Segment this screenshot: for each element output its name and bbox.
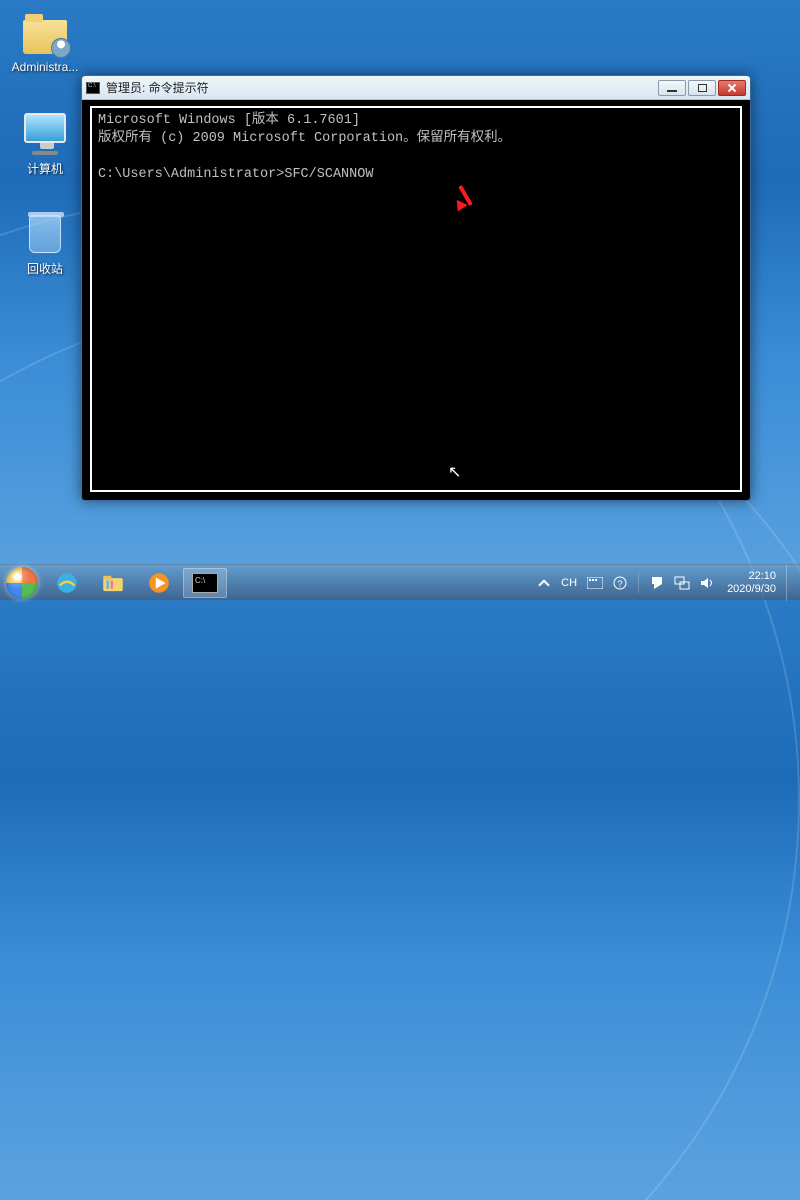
taskbar-pin-media-player[interactable] xyxy=(137,568,181,598)
console-output[interactable]: Microsoft Windows [版本 6.1.7601] 版权所有 (c)… xyxy=(90,106,742,492)
start-button[interactable] xyxy=(0,565,44,601)
folder-user-icon xyxy=(21,10,69,58)
taskbar-pin-ie[interactable] xyxy=(45,568,89,598)
tray-action-center-icon[interactable] xyxy=(647,565,667,600)
folder-icon xyxy=(100,570,126,596)
tray-keyboard-icon[interactable] xyxy=(584,565,606,600)
tray-date: 2020/9/30 xyxy=(727,583,776,596)
chevron-up-icon xyxy=(537,576,551,590)
desktop-icon-computer[interactable]: 计算机 xyxy=(8,110,82,177)
desktop-icon-label: 回收站 xyxy=(8,260,82,277)
command-prompt-window: 管理员: 命令提示符 Microsoft Windows [版本 6.1.760… xyxy=(81,75,751,501)
tray-clock[interactable]: 22:10 2020/9/30 xyxy=(721,570,782,596)
cmd-icon xyxy=(86,82,100,94)
titlebar[interactable]: 管理员: 命令提示符 xyxy=(82,76,750,100)
desktop-icon-label: Administra... xyxy=(8,60,82,74)
tray-show-hidden[interactable] xyxy=(534,565,554,600)
recycle-bin-icon xyxy=(21,210,69,258)
cmd-icon xyxy=(192,573,218,593)
desktop-icon-label: 计算机 xyxy=(8,160,82,177)
svg-text:?: ? xyxy=(618,579,623,589)
ie-icon xyxy=(54,570,80,596)
media-player-icon xyxy=(146,570,172,596)
tray-help-icon[interactable]: ? xyxy=(610,565,630,600)
tray-network-icon[interactable] xyxy=(671,565,693,600)
computer-icon xyxy=(21,110,69,158)
desktop-icon-recycle-bin[interactable]: 回收站 xyxy=(8,210,82,277)
taskbar-pin-explorer[interactable] xyxy=(91,568,135,598)
minimize-button[interactable] xyxy=(658,80,686,96)
taskbar-item-cmd[interactable] xyxy=(183,568,227,598)
window-title: 管理员: 命令提示符 xyxy=(106,79,658,96)
desktop-icon-administrator[interactable]: Administra... xyxy=(8,10,82,74)
windows-orb-icon xyxy=(6,567,38,599)
tray-ime[interactable]: CH xyxy=(558,565,580,600)
show-desktop-button[interactable] xyxy=(786,565,796,601)
tray-volume-icon[interactable] xyxy=(697,565,717,600)
tray-time: 22:10 xyxy=(727,570,776,583)
close-button[interactable] xyxy=(718,80,746,96)
taskbar: CH ? 22:10 2020/9/30 xyxy=(0,564,800,600)
maximize-button[interactable] xyxy=(688,80,716,96)
